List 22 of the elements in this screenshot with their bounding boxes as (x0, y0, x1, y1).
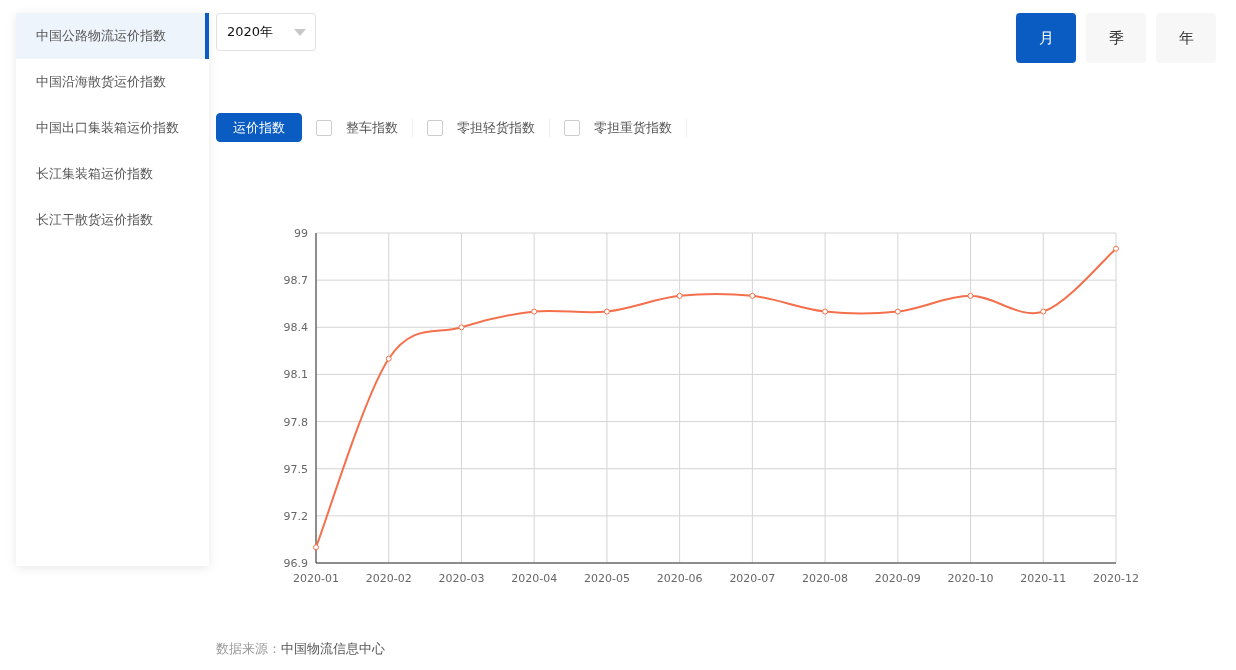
axis-label: 2020-09 (874, 572, 921, 585)
axis-label: 2020-07 (729, 572, 776, 585)
axis-label: 2020-02 (365, 572, 412, 585)
axis-label: 2020-01 (293, 572, 339, 585)
axis-label: 98.4 (283, 321, 308, 335)
axis-label: 96.9 (283, 557, 308, 570)
source-value: 中国物流信息中心 (281, 641, 385, 656)
axis-label: 2020-03 (438, 572, 485, 585)
source-label: 数据来源： (216, 641, 281, 656)
axis-label: 2020-06 (656, 572, 703, 585)
axis-label: 97.2 (283, 509, 308, 523)
axis-label: 2020-10 (947, 572, 994, 585)
axis-label: 97.5 (283, 462, 308, 476)
axis-label: 98.7 (283, 274, 308, 288)
axis-label: 97.8 (283, 415, 308, 429)
axis-label: 2020-04 (511, 572, 558, 585)
axis-label: 2020-11 (1020, 572, 1067, 585)
axis-label: 98.1 (283, 368, 308, 382)
axis-label: 99 (294, 227, 308, 240)
axis-label: 2020-12 (1093, 572, 1139, 585)
axis-label: 2020-08 (802, 572, 849, 585)
axis-label: 2020-05 (583, 572, 630, 585)
